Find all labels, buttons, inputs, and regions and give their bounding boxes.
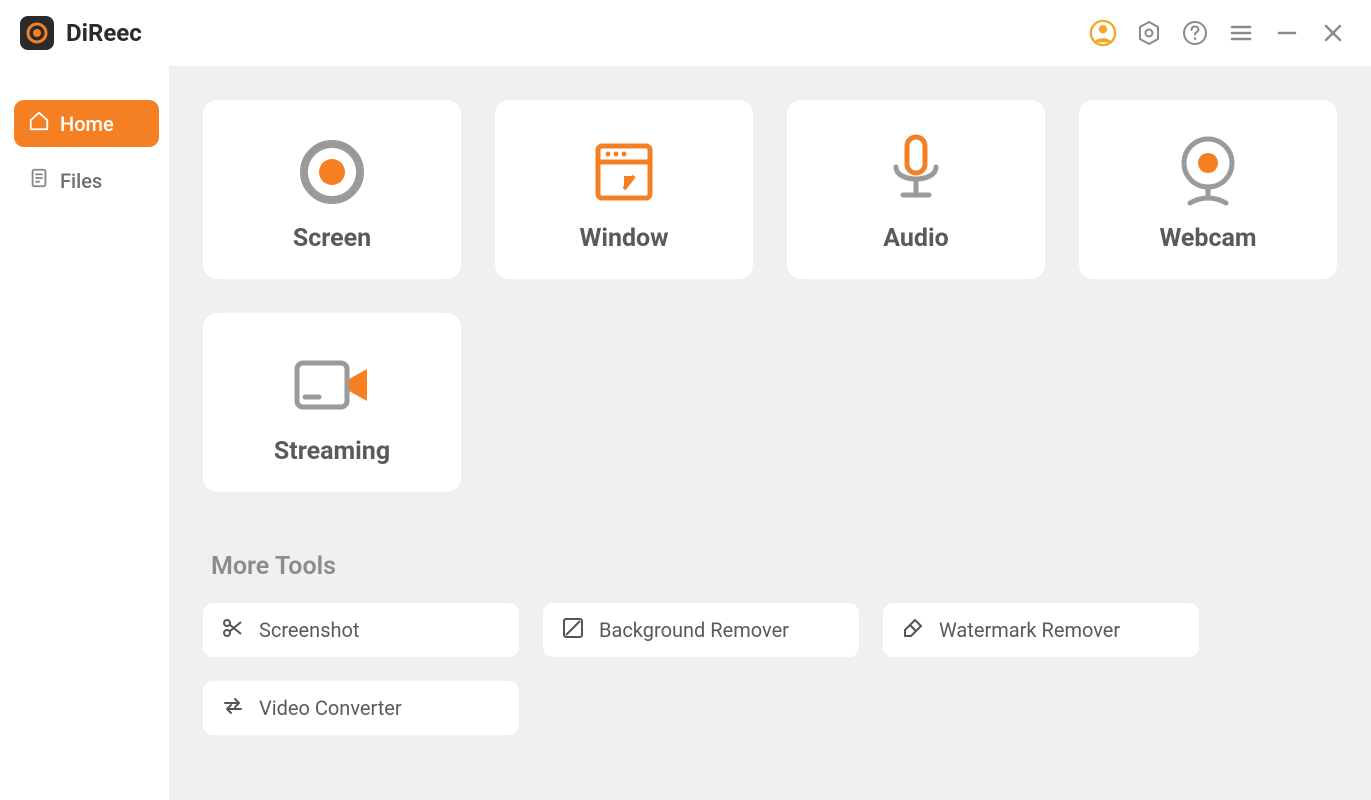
card-label: Screen	[293, 224, 371, 253]
streaming-icon	[289, 339, 375, 431]
tool-label: Background Remover	[599, 618, 789, 642]
titlebar-actions	[1089, 19, 1347, 47]
more-tools-title: More Tools	[211, 552, 1337, 581]
card-label: Audio	[883, 224, 948, 253]
sidebar-item-home[interactable]: Home	[14, 100, 159, 147]
scissors-icon	[221, 616, 245, 644]
sidebar-item-label: Home	[60, 112, 114, 136]
help-icon[interactable]	[1181, 19, 1209, 47]
titlebar: DiReec	[0, 0, 1371, 66]
card-screen[interactable]: Screen	[203, 100, 461, 279]
microphone-icon	[881, 126, 951, 218]
menu-icon[interactable]	[1227, 19, 1255, 47]
eraser-icon	[901, 616, 925, 644]
sidebar-item-label: Files	[60, 169, 102, 193]
settings-icon[interactable]	[1135, 19, 1163, 47]
tool-label: Screenshot	[259, 618, 359, 642]
tool-watermark-remover[interactable]: Watermark Remover	[883, 603, 1199, 657]
card-streaming[interactable]: Streaming	[203, 313, 461, 492]
card-audio[interactable]: Audio	[787, 100, 1045, 279]
files-icon	[28, 167, 50, 194]
home-icon	[28, 110, 50, 137]
account-icon[interactable]	[1089, 19, 1117, 47]
tool-label: Watermark Remover	[939, 618, 1120, 642]
screen-record-icon	[292, 126, 372, 218]
webcam-icon	[1168, 126, 1248, 218]
minimize-icon[interactable]	[1273, 19, 1301, 47]
card-label: Window	[579, 224, 668, 253]
tool-video-converter[interactable]: Video Converter	[203, 681, 519, 735]
app-logo	[20, 16, 54, 50]
main-content: Screen Window	[169, 66, 1371, 800]
sidebar: Home Files	[0, 66, 169, 800]
background-remove-icon	[561, 616, 585, 644]
close-icon[interactable]	[1319, 19, 1347, 47]
convert-icon	[221, 694, 245, 722]
card-label: Webcam	[1159, 224, 1256, 253]
card-window[interactable]: Window	[495, 100, 753, 279]
brand: DiReec	[20, 16, 142, 50]
tools-grid: Screenshot Background Remover Watermark …	[203, 603, 1337, 735]
tool-label: Video Converter	[259, 696, 402, 720]
tool-screenshot[interactable]: Screenshot	[203, 603, 519, 657]
sidebar-item-files[interactable]: Files	[14, 157, 159, 204]
app-name: DiReec	[66, 19, 142, 47]
tool-background-remover[interactable]: Background Remover	[543, 603, 859, 657]
card-webcam[interactable]: Webcam	[1079, 100, 1337, 279]
mode-cards: Screen Window	[203, 100, 1337, 492]
window-icon	[586, 126, 662, 218]
card-label: Streaming	[274, 437, 390, 466]
